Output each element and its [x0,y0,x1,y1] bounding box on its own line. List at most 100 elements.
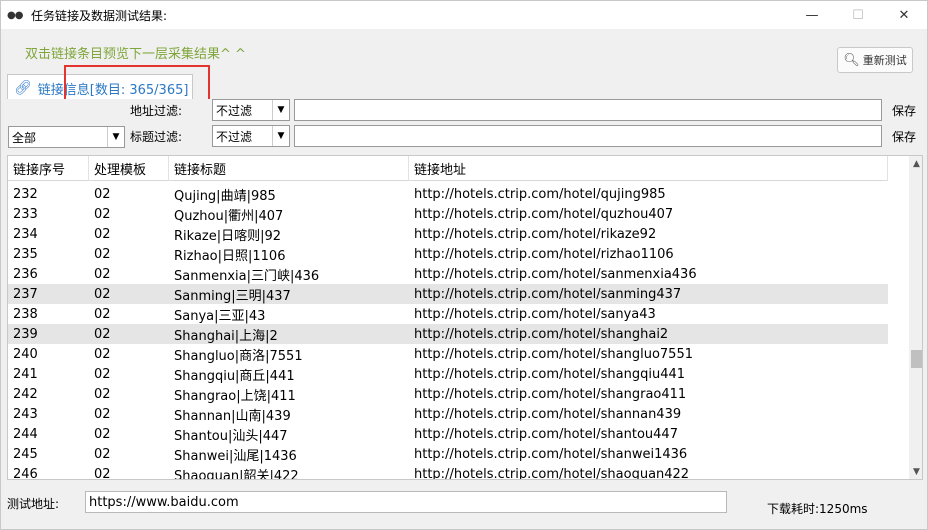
category-select-value: 全部 [12,130,37,145]
cell-url: http://hotels.ctrip.com/hotel/shanwei143… [414,446,688,462]
vertical-scrollbar[interactable]: ▲ ▼ [909,156,922,479]
cell-title: Shannan|山南|439 [174,408,291,424]
cell-id: 240 [13,346,38,362]
cell-template: 02 [94,346,111,362]
cell-title: Rizhao|日照|1106 [174,248,286,264]
cell-id: 236 [13,266,38,282]
table-row[interactable]: 244 02 Shantou|汕头|447 http://hotels.ctrip.c… [8,424,888,444]
cell-url: http://hotels.ctrip.com/hotel/qujing985 [414,186,666,202]
title-filter-mode-value: 不过滤 [216,129,253,144]
cell-template: 02 [94,426,111,442]
table-row[interactable]: 242 02 Shangrao|上饶|411 http://hotels.ctrip.… [8,384,888,404]
scroll-thumb[interactable] [911,350,922,368]
cell-template: 02 [94,366,111,382]
table-row[interactable]: 238 02 Sanya|三亚|43 http://hotels.ctrip.com/… [8,304,888,324]
cell-title: Sanya|三亚|43 [174,308,266,324]
address-filter-mode-value: 不过滤 [216,103,253,118]
cell-title: Shaoguan|韶关|422 [174,468,299,480]
cell-id: 244 [13,426,38,442]
cell-id: 241 [13,366,38,382]
cell-template: 02 [94,246,111,262]
address-filter-input[interactable] [294,99,882,121]
table-row[interactable]: 233 02 Quzhou|衢州|407 http://hotels.ctrip.co… [8,204,888,224]
cell-title: Shangluo|商洛|7551 [174,348,303,364]
title-filter-input[interactable] [294,125,882,147]
table-body: 232 02 Qujing|曲靖|985 http://hotels.ctrip.co… [8,184,888,480]
bottom-bar: 测试地址: https://www.baidu.com 下载耗时:1250ms [1,483,927,529]
cell-template: 02 [94,306,111,322]
cell-title: Shangrao|上饶|411 [174,388,296,404]
cell-template: 02 [94,186,111,202]
cell-id: 242 [13,386,38,402]
cell-url: http://hotels.ctrip.com/hotel/sanya43 [414,306,656,322]
title-filter-mode[interactable]: 不过滤 ▼ [212,125,290,147]
column-header-url[interactable]: 链接地址 [409,156,888,181]
table-row[interactable]: 239 02 Shanghai|上海|2 http://hotels.ctrip.co… [8,324,888,344]
table-row[interactable]: 236 02 Sanmenxia|三门峡|436 http://hotels.ctri… [8,264,888,284]
cell-url: http://hotels.ctrip.com/hotel/shangqiu44… [414,366,686,382]
hint-text: 双击链接条目预览下一层采集结果^ ^ [25,47,246,62]
column-header-id[interactable]: 链接序号 [8,156,89,181]
title-bar: ●● 任务链接及数据测试结果: — ☐ ✕ [1,1,927,29]
cell-template: 02 [94,386,111,402]
minimize-button[interactable]: — [789,1,835,29]
cell-url: http://hotels.ctrip.com/hotel/shannan439 [414,406,682,422]
cell-url: http://hotels.ctrip.com/hotel/rizhao1106 [414,246,674,262]
title-filter-label: 标题过滤: [130,130,183,144]
save-address-filter-button[interactable]: 保存 [892,102,916,119]
retest-button[interactable]: 🔍︎ 重新测试 [837,47,913,73]
cell-url: http://hotels.ctrip.com/hotel/shangrao41… [414,386,687,402]
chevron-down-icon: ▼ [272,100,289,120]
close-button[interactable]: ✕ [881,1,927,29]
cell-template: 02 [94,226,111,242]
table-row[interactable]: 246 02 Shaoguan|韶关|422 http://hotels.ctrip.… [8,464,888,480]
chevron-up-icon[interactable]: ▲ [909,156,922,171]
cell-template: 02 [94,406,111,422]
table-row[interactable]: 232 02 Qujing|曲靖|985 http://hotels.ctrip.co… [8,184,888,204]
cell-url: http://hotels.ctrip.com/hotel/rikaze92 [414,226,657,242]
cell-id: 245 [13,446,38,462]
cell-template: 02 [94,466,111,480]
cell-title: Shanwei|汕尾|1436 [174,448,297,464]
cell-template: 02 [94,206,111,222]
table-row[interactable]: 243 02 Shannan|山南|439 http://hotels.ctrip.c… [8,404,888,424]
test-url-label: 测试地址: [7,497,60,511]
link-table: 链接序号 处理模板 链接标题 链接地址 232 02 Qujing|曲靖|985 ht… [7,155,923,480]
cell-url: http://hotels.ctrip.com/hotel/sanmenxia4… [414,266,697,282]
window-title: 任务链接及数据测试结果: [31,8,168,23]
cell-id: 243 [13,406,38,422]
test-url-input[interactable]: https://www.baidu.com [85,491,727,513]
cell-id: 233 [13,206,38,222]
cell-url: http://hotels.ctrip.com/hotel/quzhou407 [414,206,674,222]
column-header-template[interactable]: 处理模板 [89,156,169,181]
save-title-filter-button[interactable]: 保存 [892,128,916,145]
cell-title: Qujing|曲靖|985 [174,188,276,204]
cell-id: 238 [13,306,38,322]
cell-title: Sanmenxia|三门峡|436 [174,268,320,284]
maximize-button[interactable]: ☐ [835,1,881,29]
app-window: ●● 任务链接及数据测试结果: — ☐ ✕ 双击链接条目预览下一层采集结果^ ^… [0,0,928,530]
table-row[interactable]: 234 02 Rikaze|日喀则|92 http://hotels.ctrip.co… [8,224,888,244]
column-header-title[interactable]: 链接标题 [169,156,409,181]
filter-panel: 全部 ▼ 地址过滤: 不过滤 ▼ 保存 标题过滤: 不过滤 ▼ 保存 [1,99,927,153]
chevron-down-icon[interactable]: ▼ [909,464,922,479]
cell-id: 239 [13,326,38,342]
app-icon: ●● [7,9,23,21]
cell-url: http://hotels.ctrip.com/hotel/shaoguan42… [414,466,690,480]
table-row[interactable]: 237 02 Sanming|三明|437 http://hotels.ctrip.c… [8,284,888,304]
cell-template: 02 [94,266,111,282]
chevron-down-icon: ▼ [107,127,124,147]
table-row[interactable]: 240 02 Shangluo|商洛|7551 http://hotels.ctrip… [8,344,888,364]
address-filter-mode[interactable]: 不过滤 ▼ [212,99,290,121]
table-row[interactable]: 241 02 Shangqiu|商丘|441 http://hotels.ctrip.… [8,364,888,384]
search-icon: 🔍︎ [843,52,860,68]
cell-title: Sanming|三明|437 [174,288,291,304]
cell-template: 02 [94,446,111,462]
link-icon: 🔗︎ [14,80,32,96]
cell-url: http://hotels.ctrip.com/hotel/shanghai2 [414,326,669,342]
table-row[interactable]: 235 02 Rizhao|日照|1106 http://hotels.ctrip.c… [8,244,888,264]
category-select[interactable]: 全部 ▼ [8,126,125,148]
table-row[interactable]: 245 02 Shanwei|汕尾|1436 http://hotels.ctrip.… [8,444,888,464]
cell-title: Rikaze|日喀则|92 [174,228,282,244]
cell-title: Quzhou|衢州|407 [174,208,284,224]
